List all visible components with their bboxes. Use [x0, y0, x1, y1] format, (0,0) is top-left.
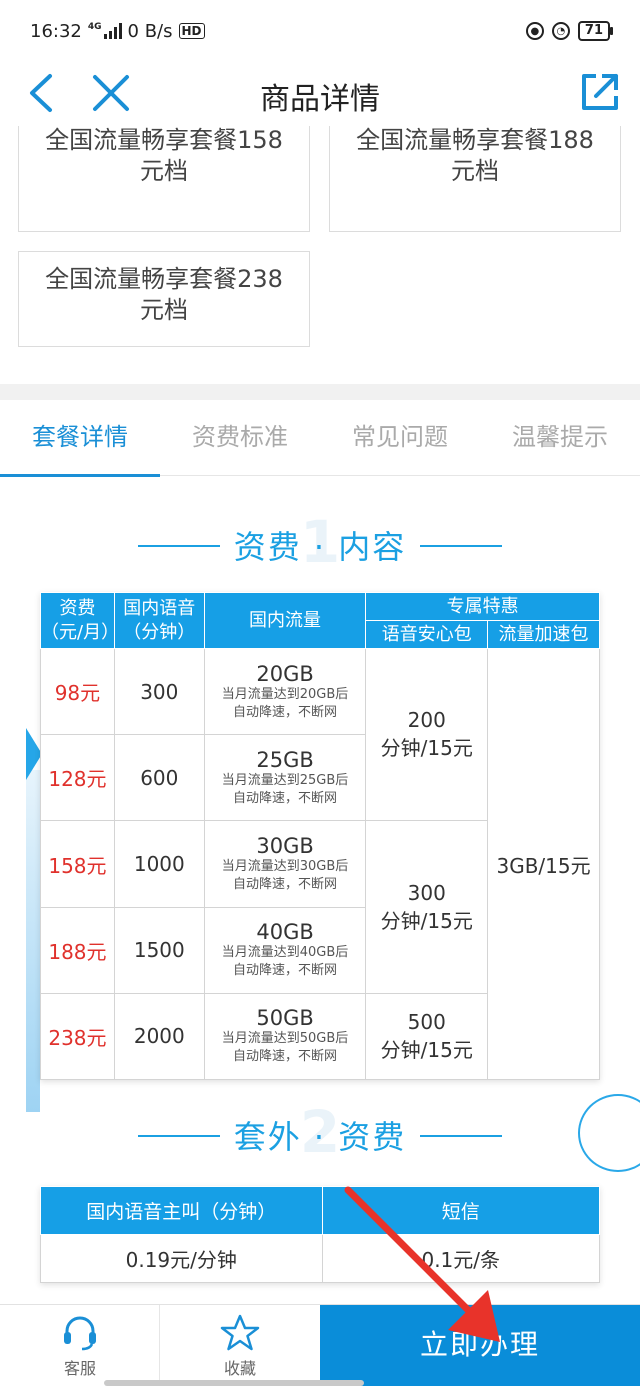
- row-voice: 600: [113, 734, 205, 822]
- detail-tabs: 套餐详情 资费标准 常见问题 温馨提示: [0, 400, 640, 477]
- table-row: 0.19元/分钟 0.1元/条: [40, 1234, 600, 1283]
- header-data: 国内流量: [203, 591, 367, 650]
- row-data: 25GB 当月流量达到25GB后 自动降速，不断网: [203, 734, 367, 822]
- tab-fee-standard[interactable]: 资费标准: [160, 400, 320, 476]
- header-voice-pack: 语音安心包: [365, 620, 489, 650]
- header-voice: 国内语音 （分钟）: [113, 591, 205, 650]
- page-title: 商品详情: [260, 82, 380, 117]
- bottom-action-bar: 客服 收藏 立即办理: [0, 1304, 640, 1386]
- hd-icon: HD: [178, 23, 205, 39]
- headset-icon: [64, 1316, 96, 1351]
- row-voice: 1000: [113, 820, 205, 908]
- row-price: 238元: [40, 992, 115, 1081]
- row-data: 40GB 当月流量达到40GB后 自动降速，不断网: [203, 906, 367, 994]
- fee-table: 资费 （元/月） 国内语音 （分钟） 国内流量 专属特惠 语音安心包 流量加速包…: [40, 591, 600, 1081]
- row-price: 128元: [40, 734, 115, 822]
- nav-bar: 商品详情: [0, 62, 640, 126]
- package-options: 全国流量畅享套餐158 元档 全国流量畅享套餐188 元档 全国流量畅享套餐23…: [0, 126, 640, 384]
- row-price: 98元: [40, 648, 115, 736]
- row-price: 158元: [40, 820, 115, 908]
- lock-rotation-icon: ●: [525, 22, 544, 40]
- data-boost-cell: 3GB/15元: [487, 648, 600, 1080]
- signal-icon: 4G: [88, 23, 122, 39]
- apply-now-button[interactable]: 立即办理: [320, 1305, 640, 1386]
- tab-faq[interactable]: 常见问题: [320, 400, 480, 476]
- extra-fee-table: 国内语音主叫（分钟） 短信 0.19元/分钟 0.1元/条: [40, 1186, 600, 1283]
- header-sms: 短信: [321, 1186, 600, 1235]
- share-icon[interactable]: [578, 70, 622, 114]
- battery-icon: 71: [577, 21, 614, 41]
- favorite-label: 收藏: [223, 1359, 256, 1378]
- net-speed: 0 B/s: [127, 20, 173, 42]
- status-bar: 16:32 4G 0 B/s HD ● ◔ 71: [0, 0, 640, 62]
- network-type: 4G: [87, 22, 102, 32]
- header-special: 专属特惠: [365, 591, 600, 622]
- package-option-188[interactable]: 全国流量畅享套餐188 元档: [329, 126, 621, 232]
- voice-pack-cell: 500 分钟/15元: [365, 992, 489, 1081]
- status-time: 16:32: [30, 20, 82, 42]
- row-data: 50GB 当月流量达到50GB后 自动降速，不断网: [203, 992, 367, 1081]
- section-heading-fee-content: 1 资费 · 内容: [0, 508, 640, 576]
- package-option-238[interactable]: 全国流量畅享套餐238 元档: [18, 251, 310, 347]
- call-rate: 0.19元/分钟: [40, 1234, 323, 1283]
- star-icon: [220, 1314, 260, 1351]
- tab-package-details[interactable]: 套餐详情: [0, 400, 160, 477]
- header-fee: 资费 （元/月）: [40, 591, 119, 650]
- customer-service-button[interactable]: 客服: [0, 1305, 160, 1386]
- row-data: 30GB 当月流量达到30GB后 自动降速，不断网: [203, 820, 367, 908]
- customer-service-label: 客服: [63, 1359, 96, 1378]
- favorite-button[interactable]: 收藏: [160, 1305, 320, 1386]
- alarm-icon: ◔: [551, 22, 570, 40]
- voice-pack-cell: 200 分钟/15元: [365, 648, 489, 822]
- section-heading-extra-fee: 2 套外 · 资费: [0, 1098, 640, 1166]
- decorative-bar: [26, 770, 40, 1112]
- table-row: 98元 300 20GB 当月流量达到20GB后 自动降速，不断网 200 分钟…: [40, 648, 600, 1080]
- home-indicator: [104, 1380, 364, 1386]
- row-voice: 2000: [113, 992, 205, 1081]
- package-option-158[interactable]: 全国流量畅享套餐158 元档: [18, 126, 310, 232]
- section-divider: [0, 384, 640, 400]
- row-voice: 1500: [113, 906, 205, 994]
- tab-tips[interactable]: 温馨提示: [480, 400, 640, 476]
- voice-pack-cell: 300 分钟/15元: [365, 820, 489, 994]
- row-voice: 300: [113, 648, 205, 736]
- sms-rate: 0.1元/条: [321, 1234, 600, 1283]
- row-price: 188元: [40, 906, 115, 994]
- header-domestic-call: 国内语音主叫（分钟）: [40, 1186, 323, 1235]
- row-data: 20GB 当月流量达到20GB后 自动降速，不断网: [203, 648, 367, 736]
- header-data-boost: 流量加速包: [487, 620, 600, 650]
